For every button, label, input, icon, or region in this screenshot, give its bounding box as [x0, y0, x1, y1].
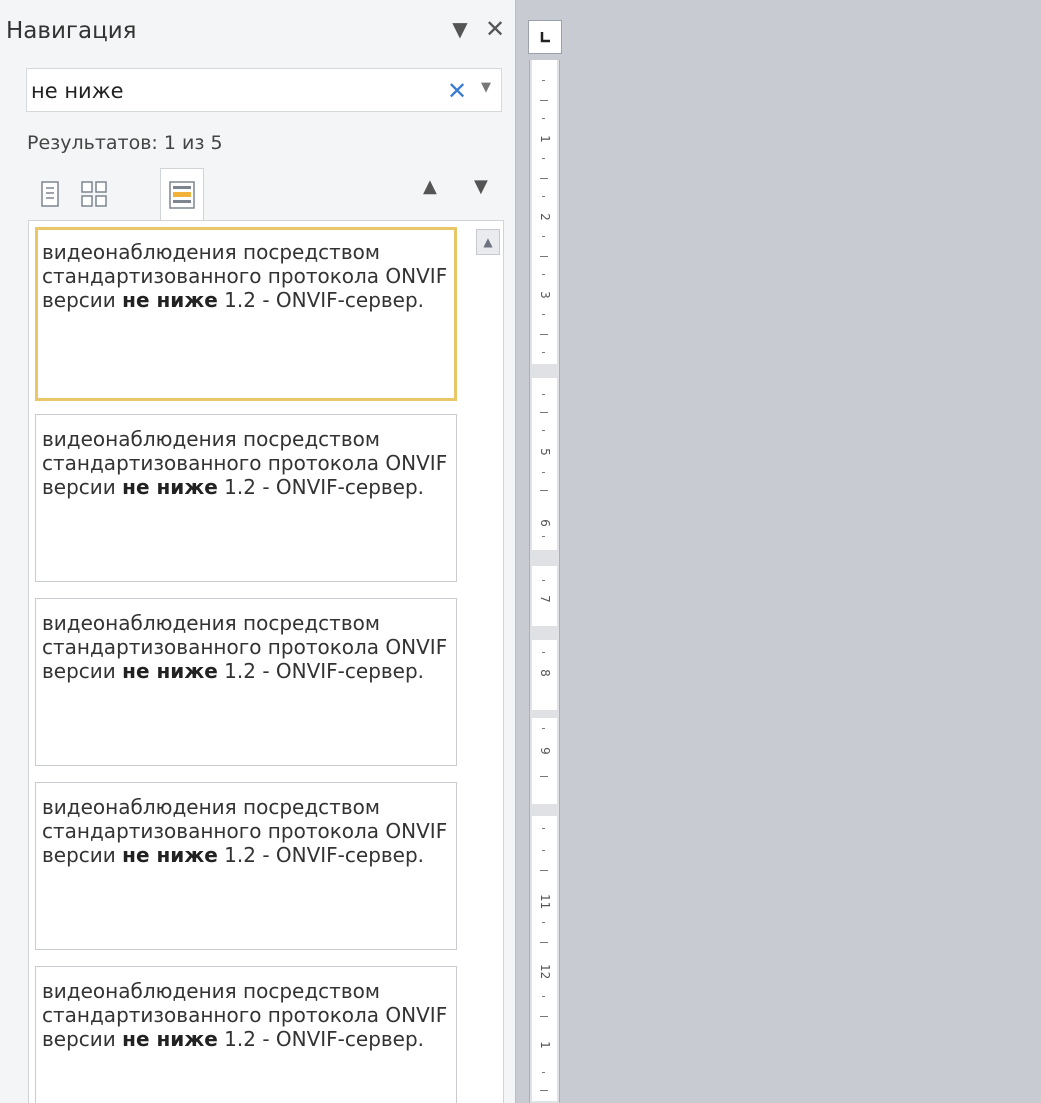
ruler-tick	[542, 828, 545, 829]
ruler-number: 5	[538, 448, 552, 456]
ruler-tick	[540, 256, 548, 257]
ruler-number: 2	[538, 213, 552, 221]
ruler-tick	[540, 100, 548, 101]
ruler-tick	[542, 922, 545, 923]
ruler-number: 8	[538, 669, 552, 677]
next-result-icon[interactable]: ▼	[474, 176, 488, 197]
scroll-up-icon[interactable]: ▲	[476, 229, 500, 255]
ruler-tick	[542, 196, 545, 197]
vertical-ruler[interactable]: 1 2 3 5 6 7 8 9 11 12 1	[529, 60, 560, 1103]
view-tabs: ▲ ▼	[28, 168, 488, 220]
results-count: Результатов: 1 из 5	[27, 132, 223, 154]
result-item[interactable]: видеонаблюдения посредством стандартизов…	[35, 227, 457, 401]
result-text-after: 1.2 - ONVIF-сервер.	[217, 659, 425, 683]
clear-icon[interactable]: ✕	[447, 77, 467, 105]
result-text-after: 1.2 - ONVIF-сервер.	[217, 1027, 425, 1051]
result-match: не ниже	[122, 659, 218, 683]
ruler-tick	[542, 850, 545, 851]
ruler-tick	[540, 942, 548, 943]
ruler-number: 1	[538, 135, 552, 143]
result-match: не ниже	[122, 843, 218, 867]
ruler-number: 6	[538, 519, 552, 527]
ruler-number: 7	[538, 595, 552, 603]
ruler-tick	[540, 412, 548, 413]
ruler-tick	[542, 118, 545, 119]
ruler-tick	[540, 776, 548, 777]
result-text-after: 1.2 - ONVIF-сервер.	[217, 288, 425, 312]
ruler-tick	[542, 580, 545, 581]
nav-title: Навигация	[6, 18, 137, 44]
left-tab-icon	[540, 32, 550, 43]
result-item[interactable]: видеонаблюдения посредством стандартизов…	[35, 782, 457, 950]
ruler-tick	[540, 490, 548, 491]
result-item[interactable]: видеонаблюдения посредством стандартизов…	[35, 598, 457, 766]
ruler-tick	[542, 394, 545, 395]
close-icon[interactable]: ✕	[480, 14, 510, 44]
ruler-tick	[542, 472, 545, 473]
ruler-tick	[542, 430, 545, 431]
ruler-tick	[540, 1090, 548, 1091]
ruler-tick	[542, 536, 545, 537]
ruler-tick	[542, 158, 545, 159]
ruler-number: 12	[538, 964, 552, 980]
ruler-tick	[542, 1072, 545, 1073]
results-list: ▲ видеонаблюдения посредством стандартиз…	[28, 220, 504, 1103]
search-options-dropdown-icon[interactable]: ▼	[481, 80, 491, 95]
ruler-tick	[542, 80, 545, 81]
document-workspace[interactable]	[562, 0, 1041, 1103]
ruler-number: 11	[538, 894, 552, 910]
ruler-tick	[540, 334, 548, 335]
ruler-tick	[540, 178, 548, 179]
ruler-tick	[542, 996, 545, 997]
tab-headings[interactable]	[28, 168, 72, 220]
result-match: не ниже	[122, 1027, 218, 1051]
tab-pages[interactable]	[72, 168, 116, 220]
results-view-icon	[169, 180, 195, 209]
ruler-tick	[542, 314, 545, 315]
result-text-after: 1.2 - ONVIF-сервер.	[217, 475, 425, 499]
ruler-tick	[540, 870, 548, 871]
ruler-tick	[542, 352, 545, 353]
ruler-page-segment	[532, 718, 557, 804]
ruler-number: 9	[538, 747, 552, 755]
ruler-tick	[542, 652, 545, 653]
ruler-number: 3	[538, 291, 552, 299]
previous-result-icon[interactable]: ▲	[423, 176, 437, 197]
search-box: ✕ ▼	[26, 68, 502, 112]
result-text-after: 1.2 - ONVIF-сервер.	[217, 843, 425, 867]
result-item[interactable]: видеонаблюдения посредством стандартизов…	[35, 414, 457, 582]
result-match: не ниже	[122, 288, 218, 312]
ruler-tick	[540, 1016, 548, 1017]
result-match: не ниже	[122, 475, 218, 499]
pages-view-icon	[81, 181, 107, 207]
navigation-pane: Навигация ▼ ✕ ✕ ▼ Результатов: 1 из 5	[0, 0, 516, 1103]
ruler-tick	[542, 274, 545, 275]
ruler-number: 1	[538, 1041, 552, 1049]
ruler-tick	[542, 728, 545, 729]
chevron-down-icon[interactable]: ▼	[445, 14, 475, 44]
headings-view-icon	[41, 181, 59, 207]
result-item[interactable]: видеонаблюдения посредством стандартизов…	[35, 966, 457, 1103]
ruler-tick	[542, 236, 545, 237]
ruler-page-segment	[532, 816, 557, 1101]
tab-stop-selector[interactable]	[528, 20, 562, 54]
search-input[interactable]	[29, 75, 433, 107]
nav-header: Навигация ▼ ✕	[0, 0, 516, 56]
tab-results[interactable]	[160, 168, 204, 220]
